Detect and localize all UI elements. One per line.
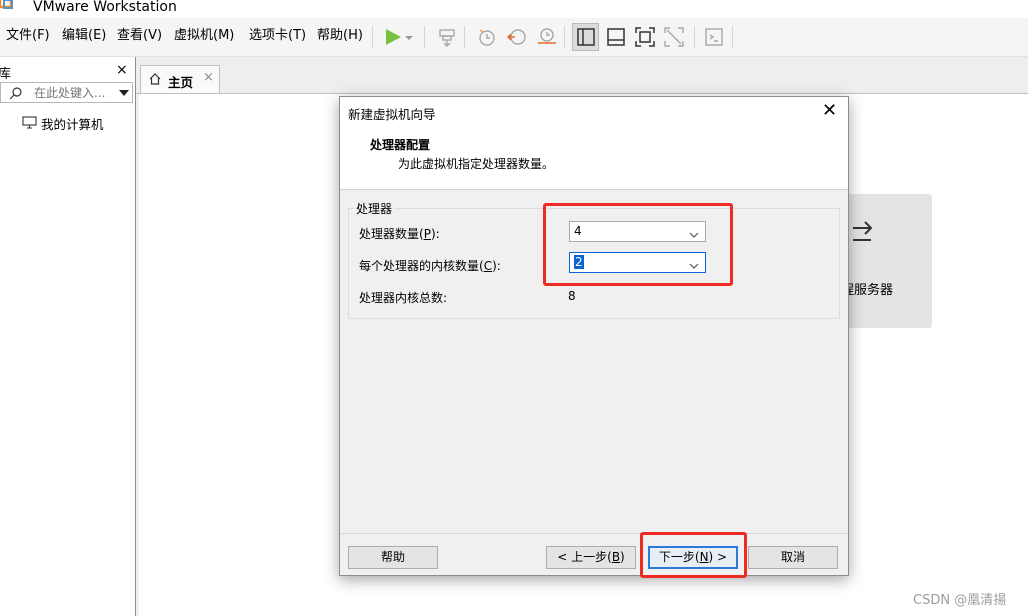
toolbar-separator (564, 26, 565, 48)
search-input[interactable] (31, 83, 118, 102)
revert-snapshot-icon[interactable] (504, 24, 530, 50)
menu-tabs[interactable]: 选项卡(T) (249, 27, 306, 45)
menu-bar: 文件(F) 编辑(E) 查看(V) 虚拟机(M) 选项卡(T) 帮助(H) (0, 18, 1028, 57)
unity-icon[interactable] (661, 24, 687, 50)
total-cores-value: 8 (568, 289, 576, 303)
thumbnail-bar-icon[interactable] (603, 24, 629, 50)
library-sidebar (0, 57, 136, 616)
snapshot-icon[interactable] (474, 24, 500, 50)
cores-per-cpu-label: 每个处理器的内核数量(C): (359, 259, 501, 273)
search-dropdown-icon[interactable] (118, 87, 130, 102)
toolbar-separator (372, 26, 373, 48)
tab-label: 主页 (168, 75, 194, 90)
menu-vm[interactable]: 虚拟机(M) (174, 27, 234, 45)
app-title: VMware Workstation (33, 0, 177, 15)
library-view-icon[interactable] (573, 24, 599, 50)
help-button[interactable]: 帮助 (348, 546, 438, 569)
chevron-down-icon[interactable] (402, 24, 416, 50)
dialog-header: 新建虚拟机向导 ✕ 处理器配置 为此虚拟机指定处理器数量。 (340, 97, 848, 190)
search-icon (9, 86, 23, 100)
connect-remote-server-card[interactable]: 程服务器 (841, 194, 932, 328)
watermark: CSDN @凰清揚 (913, 593, 1007, 608)
fullscreen-icon[interactable] (632, 24, 658, 50)
dialog-button-bar: 帮助 < 上一步(B) 下一步(N) > 取消 (340, 533, 848, 576)
library-title: 库 (0, 67, 12, 82)
vmware-logo-icon (0, 0, 14, 14)
toolbar-separator (694, 26, 695, 48)
step-description: 为此虚拟机指定处理器数量。 (398, 157, 555, 171)
toolbar-separator (732, 26, 733, 48)
library-header: 库 × (0, 60, 135, 82)
console-icon[interactable] (701, 24, 727, 50)
menu-file[interactable]: 文件(F) (6, 27, 50, 45)
group-label: 处理器 (354, 200, 395, 217)
arrow-right-icon (849, 218, 877, 242)
computer-icon (22, 116, 37, 129)
dialog-close-button[interactable]: ✕ (822, 101, 837, 121)
back-button[interactable]: < 上一步(B) (546, 546, 636, 569)
highlight-box-next-button (640, 532, 747, 578)
highlight-box-processor-fields (543, 203, 733, 286)
tab-home[interactable]: 主页 × (140, 65, 220, 93)
new-vm-wizard-dialog: 新建虚拟机向导 ✕ 处理器配置 为此虚拟机指定处理器数量。 处理器 处理器数量(… (339, 96, 849, 578)
tab-strip (136, 57, 1028, 94)
cpu-count-label: 处理器数量(P): (359, 227, 440, 241)
send-ctrl-alt-del-icon[interactable] (434, 24, 460, 50)
toolbar-separator (464, 26, 465, 48)
library-close-button[interactable]: × (116, 62, 128, 78)
library-search (0, 82, 133, 103)
menu-view[interactable]: 查看(V) (117, 27, 162, 45)
snapshot-manager-icon[interactable] (534, 24, 560, 50)
menu-edit[interactable]: 编辑(E) (62, 27, 106, 45)
total-cores-label: 处理器内核总数: (359, 291, 448, 305)
title-bar: VMware Workstation (0, 0, 1028, 18)
home-icon (148, 72, 162, 86)
toolbar-separator (424, 26, 425, 48)
tab-close-button[interactable]: × (203, 70, 214, 85)
cancel-button[interactable]: 取消 (748, 546, 838, 569)
menu-help[interactable]: 帮助(H) (317, 27, 363, 45)
dialog-title: 新建虚拟机向导 (348, 107, 436, 122)
step-heading: 处理器配置 (370, 138, 431, 152)
tree-item-label: 我的计算机 (41, 117, 104, 132)
